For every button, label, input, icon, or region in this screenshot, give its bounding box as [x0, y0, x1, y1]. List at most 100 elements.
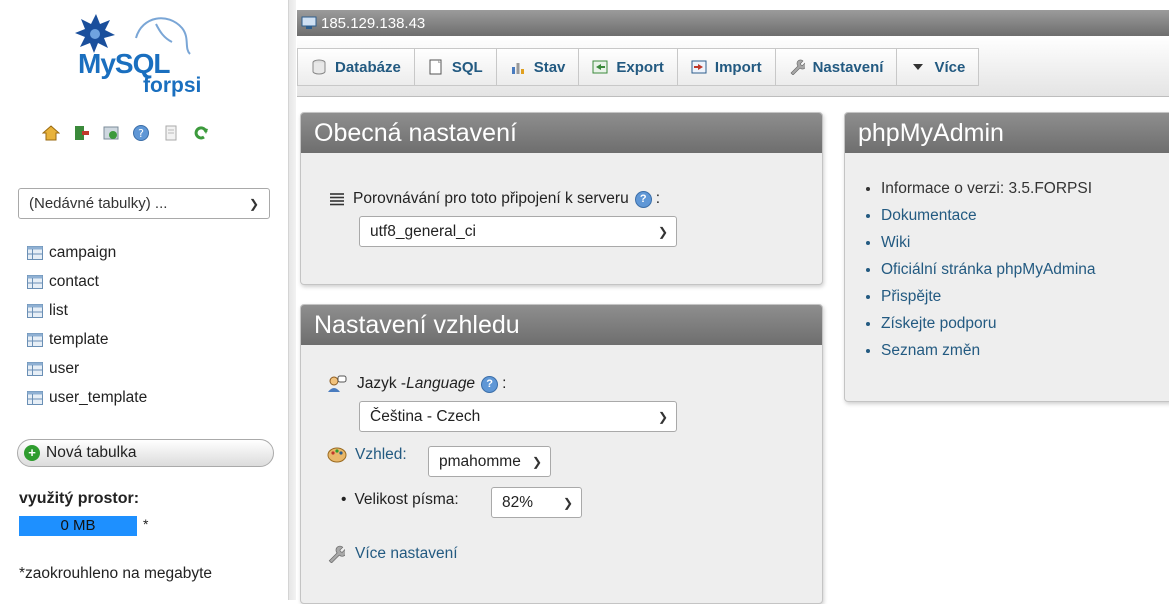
table-item-template[interactable]: template: [27, 325, 147, 354]
font-size-row: • Velikost písma:: [341, 491, 459, 509]
status-icon: [511, 63, 524, 74]
new-table-label: Nová tabulka: [46, 444, 137, 461]
help-icon[interactable]: ?: [132, 124, 150, 142]
table-name[interactable]: list: [49, 302, 68, 320]
table-icon: [27, 303, 43, 318]
table-item-user-template[interactable]: user_template: [27, 383, 147, 412]
pma-info-list: Informace o verzi: 3.5.FORPSI Dokumentac…: [857, 175, 1096, 364]
table-name[interactable]: user_template: [49, 389, 147, 407]
more-settings-link[interactable]: Více nastavení: [355, 545, 458, 563]
import-icon: [691, 60, 707, 74]
svg-text:?: ?: [138, 127, 144, 140]
language-row: Jazyk - Language ? :: [327, 375, 506, 393]
chevron-down-icon: ❯: [657, 224, 668, 239]
logo-forpsi-text: forpsi: [143, 74, 202, 97]
used-space-bar: 0 MB: [19, 516, 137, 536]
help-icon[interactable]: ?: [634, 190, 652, 208]
appearance-settings-panel: Nastavení vzhledu Jazyk - Language ? : Č…: [300, 304, 823, 604]
theme-label-link[interactable]: Vzhled:: [355, 446, 407, 464]
used-space-footnote-mark: *: [143, 516, 149, 532]
language-colon: :: [502, 375, 507, 392]
tab-label: Nastavení: [812, 58, 884, 76]
main-menu: Databáze SQL Stav Export Import Nastaven…: [297, 48, 980, 86]
tab-export[interactable]: Export: [579, 48, 678, 86]
table-icon: [27, 332, 43, 347]
tab-label: Databáze: [335, 58, 401, 76]
collation-label: Porovnávání pro toto připojení k serveru: [353, 190, 629, 207]
tab-label: Stav: [533, 58, 566, 76]
help-icon[interactable]: ?: [481, 375, 499, 393]
wrench-icon: [328, 545, 345, 563]
get-support-link[interactable]: Získejte podporu: [881, 310, 1096, 337]
top-menu-bar: Databáze SQL Stav Export Import Nastaven…: [297, 36, 1169, 97]
tab-import[interactable]: Import: [677, 48, 776, 86]
recent-tables-select[interactable]: (Nedávné tabulky) ... ❯: [18, 188, 270, 219]
table-item-list[interactable]: list: [27, 296, 147, 325]
rounding-note: *zaokrouhleno na megabyte: [19, 565, 213, 582]
chevron-down-icon: ❯: [562, 495, 573, 510]
export-icon: [592, 60, 608, 74]
documentation-icon[interactable]: [162, 124, 180, 142]
tab-status[interactable]: Stav: [496, 48, 580, 86]
used-space-label: využitý prostor:: [19, 490, 140, 507]
table-item-campaign[interactable]: campaign: [27, 238, 147, 267]
panel-title: phpMyAdmin: [845, 113, 1169, 153]
tab-label: Více: [934, 58, 966, 76]
new-table-button[interactable]: + Nová tabulka: [17, 439, 274, 467]
font-size-select[interactable]: 82% ❯: [491, 487, 582, 518]
version-info: Informace o verzi: 3.5.FORPSI: [881, 175, 1096, 202]
wrench-icon: [790, 59, 805, 75]
theme-select[interactable]: pmahomme ❯: [428, 446, 551, 477]
query-window-icon[interactable]: [102, 124, 120, 142]
collation-select[interactable]: utf8_general_ci ❯: [359, 216, 677, 247]
official-site-link[interactable]: Oficiální stránka phpMyAdmina: [881, 256, 1096, 283]
mysql-forpsi-logo[interactable]: MySQL forpsi: [72, 8, 220, 104]
tab-label: Import: [714, 58, 762, 76]
table-item-user[interactable]: user: [27, 354, 147, 383]
tab-label: SQL: [451, 58, 483, 76]
server-address[interactable]: 185.129.138.43: [321, 15, 425, 32]
plus-icon: +: [24, 445, 40, 461]
navigation-panel: MySQL forpsi ? (Nedávné tabulky) ... ❯ c…: [0, 0, 288, 600]
logout-icon[interactable]: [72, 124, 90, 142]
language-label-italic: Language: [406, 375, 476, 392]
tab-sql[interactable]: SQL: [414, 48, 497, 86]
home-icon[interactable]: [42, 124, 60, 142]
tab-settings[interactable]: Nastavení: [775, 48, 898, 86]
table-name[interactable]: campaign: [49, 244, 116, 262]
collation-colon: :: [655, 190, 661, 207]
general-settings-panel: Obecná nastavení Porovnávání pro toto př…: [300, 112, 823, 285]
server-breadcrumb[interactable]: 185.129.138.43: [297, 10, 1169, 36]
tab-databases[interactable]: Databáze: [297, 48, 415, 86]
language-select[interactable]: Čeština - Czech ❯: [359, 401, 677, 432]
phpmyadmin-info-panel: phpMyAdmin Informace o verzi: 3.5.FORPSI…: [844, 112, 1169, 402]
panel-title: Nastavení vzhledu: [301, 305, 822, 345]
documentation-link[interactable]: Dokumentace: [881, 202, 1096, 229]
changelog-link[interactable]: Seznam změn: [881, 337, 1096, 364]
table-list: campaign contact list template user user…: [27, 238, 147, 412]
table-name[interactable]: contact: [49, 273, 99, 291]
chevron-down-icon: ❯: [657, 409, 668, 424]
sql-icon: [429, 59, 442, 75]
tab-more[interactable]: Více: [897, 48, 980, 86]
table-name[interactable]: user: [49, 360, 79, 378]
reload-icon[interactable]: [192, 124, 210, 142]
table-name[interactable]: template: [49, 331, 108, 349]
wiki-link[interactable]: Wiki: [881, 229, 1096, 256]
theme-row: Vzhled:: [327, 446, 407, 464]
language-label: Jazyk -: [357, 375, 407, 392]
font-size-value: 82%: [502, 493, 534, 511]
theme-value: pmahomme: [439, 452, 521, 470]
tab-label: Export: [616, 58, 664, 76]
recent-tables-value: (Nedávné tabulky) ...: [29, 195, 168, 212]
triangle-down-icon: [913, 64, 924, 70]
contribute-link[interactable]: Přispějte: [881, 283, 1096, 310]
font-size-label: Velikost písma:: [354, 491, 459, 508]
panel-resize-handle[interactable]: [288, 0, 296, 600]
quick-icons-bar: ?: [42, 124, 210, 142]
server-icon: [301, 16, 317, 29]
bullet: •: [341, 491, 347, 508]
table-item-contact[interactable]: contact: [27, 267, 147, 296]
table-icon: [27, 361, 43, 376]
table-icon: [27, 245, 43, 260]
